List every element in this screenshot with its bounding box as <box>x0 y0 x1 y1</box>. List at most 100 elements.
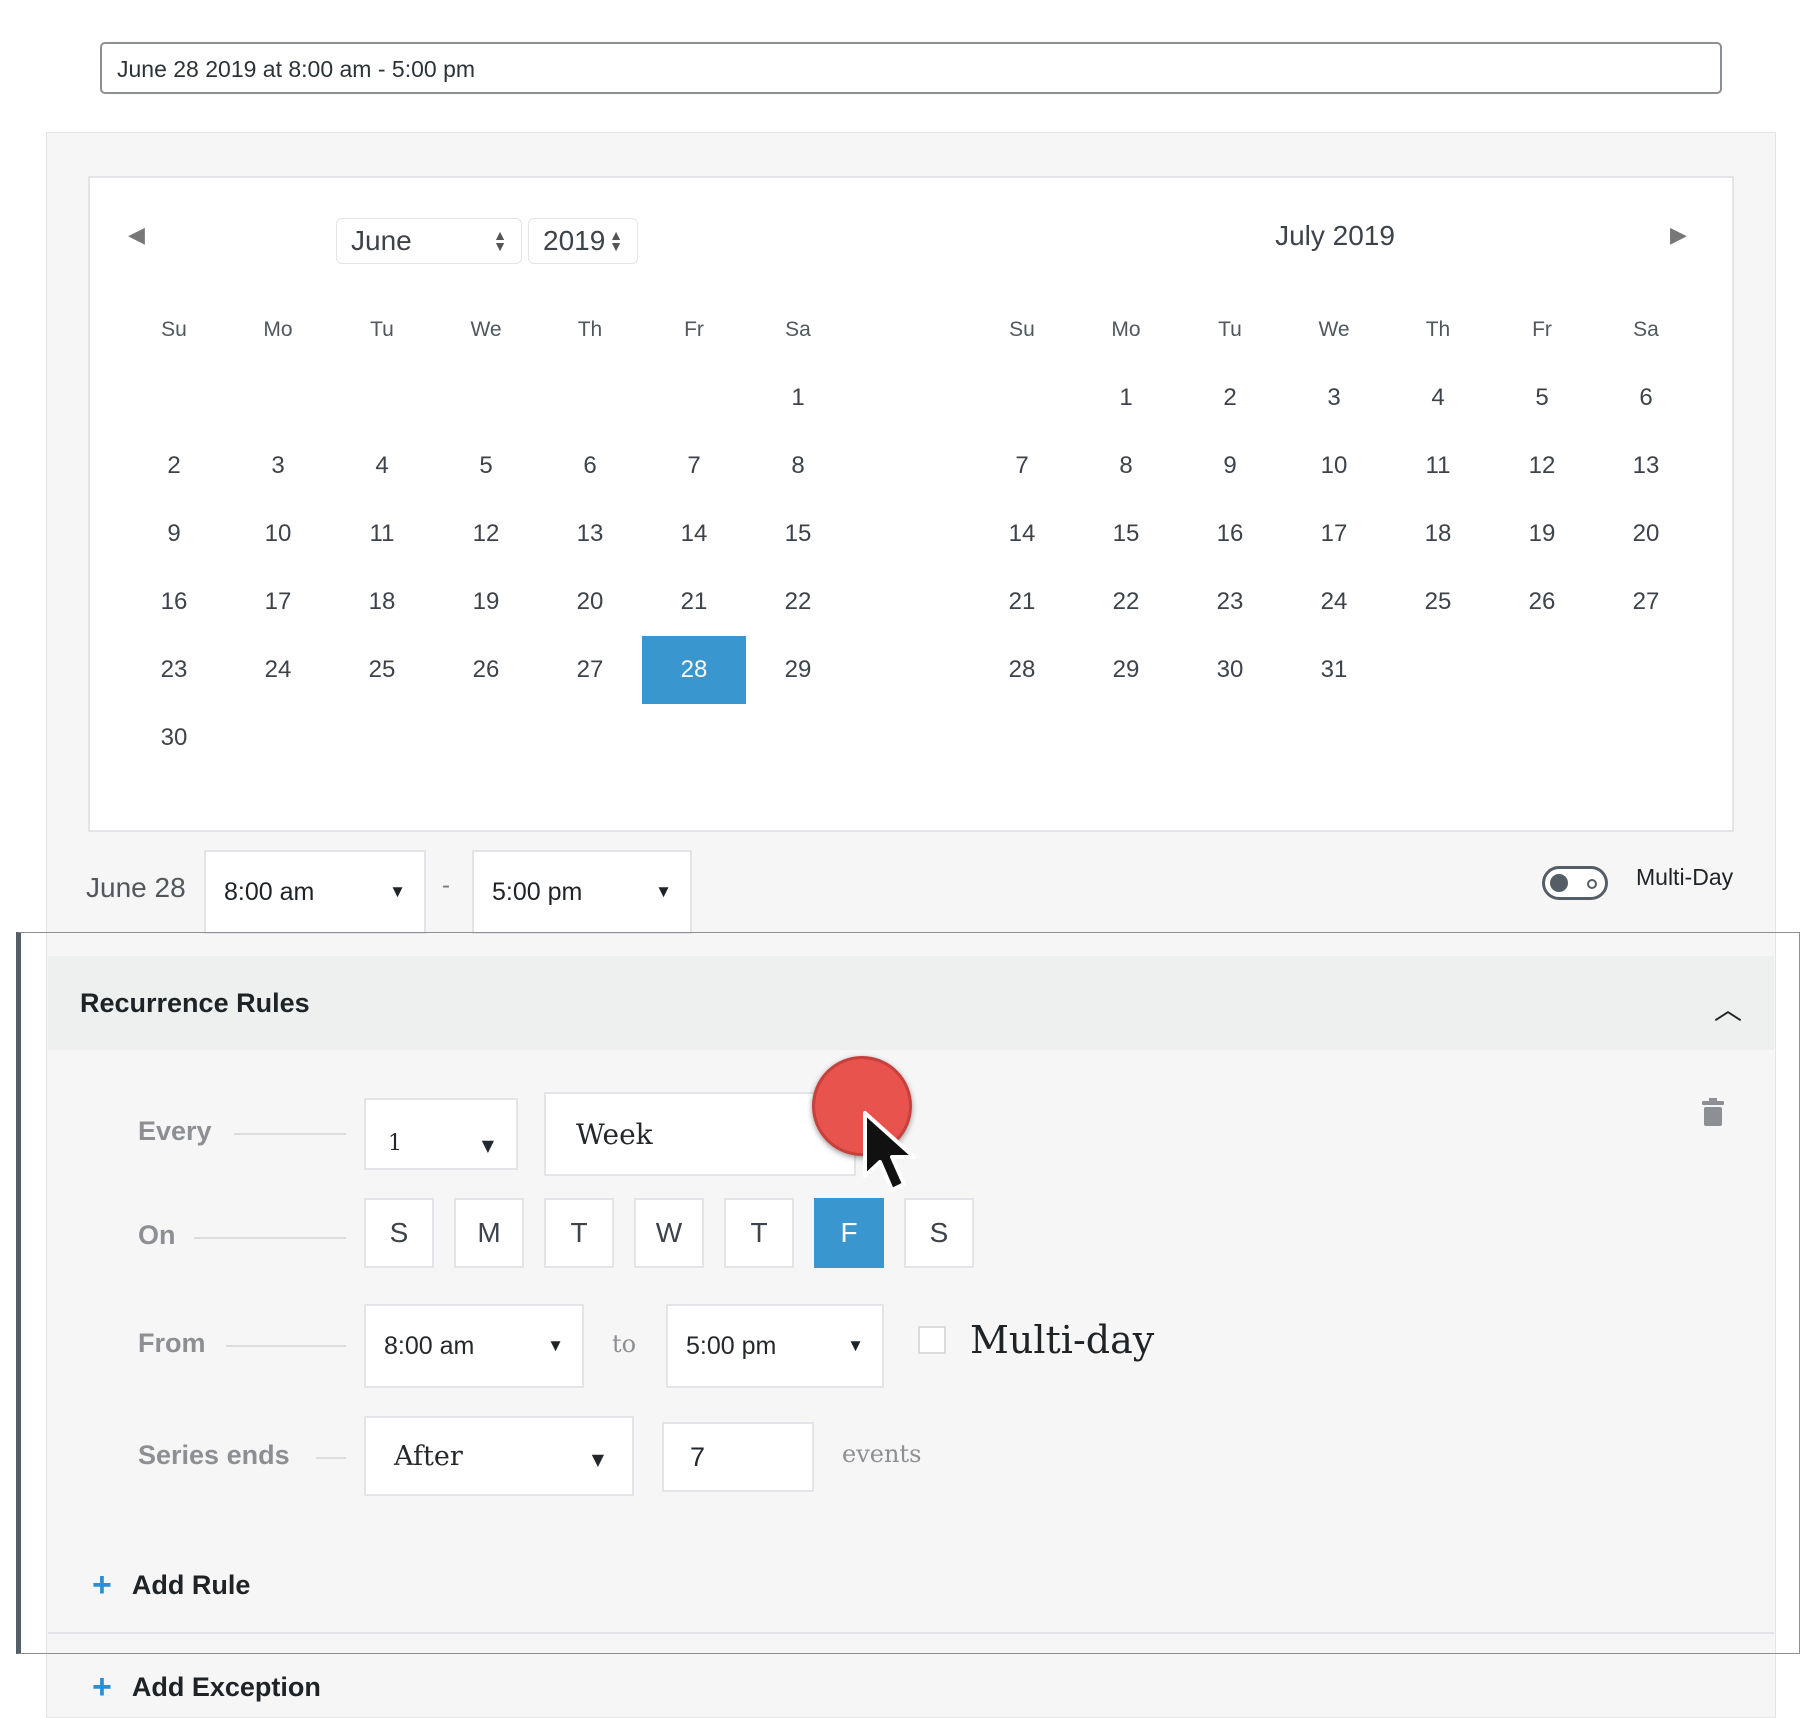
time-separator: - <box>442 872 450 899</box>
july-calendar-grid: Su Mo Tu We Th Fr Sa 1 2 3 4 5 6 7 8 9 10 11 12 13 14 15 16 17 1… <box>970 296 1698 704</box>
calendar-day[interactable]: 31 <box>1282 636 1386 704</box>
calendar-day[interactable]: 30 <box>122 704 226 772</box>
calendar-day[interactable]: 5 <box>1490 364 1594 432</box>
calendar-day[interactable]: 2 <box>122 432 226 500</box>
calendar-day[interactable]: 16 <box>1178 500 1282 568</box>
calendar-day[interactable]: 17 <box>1282 500 1386 568</box>
calendar-day[interactable]: 15 <box>746 500 850 568</box>
calendar-day[interactable]: 7 <box>642 432 746 500</box>
weekday-toggle-4[interactable]: T <box>724 1198 794 1268</box>
multiday-checkbox[interactable] <box>918 1326 946 1354</box>
weekday-toggle-1[interactable]: M <box>454 1198 524 1268</box>
calendar-day[interactable]: 10 <box>1282 432 1386 500</box>
calendar-day[interactable]: 12 <box>1490 432 1594 500</box>
calendar-day[interactable]: 22 <box>1074 568 1178 636</box>
add-exception-button[interactable]: + Add Exception <box>92 1668 321 1707</box>
calendar-day[interactable]: 15 <box>1074 500 1178 568</box>
triangle-left-icon[interactable]: ◀ <box>128 222 145 248</box>
calendar-day[interactable]: 6 <box>538 432 642 500</box>
calendar-day[interactable]: 28 <box>970 636 1074 704</box>
calendar-day[interactable]: 24 <box>226 636 330 704</box>
calendar-day[interactable]: 9 <box>1178 432 1282 500</box>
trash-icon[interactable] <box>1700 1098 1726 1126</box>
date-summary-field[interactable]: June 28 2019 at 8:00 am - 5:00 pm <box>100 42 1722 94</box>
calendar-day[interactable]: 4 <box>1386 364 1490 432</box>
calendar-day[interactable]: 23 <box>122 636 226 704</box>
every-unit-select[interactable]: Week <box>544 1092 856 1176</box>
calendar-day[interactable]: 28 <box>642 636 746 704</box>
multiday-toggle-label: Multi-Day <box>1636 864 1734 890</box>
series-ends-count-input[interactable]: 7 <box>662 1422 814 1492</box>
calendar-day[interactable]: 20 <box>538 568 642 636</box>
calendar-day[interactable]: 2 <box>1178 364 1282 432</box>
weekday-toggle-6[interactable]: S <box>904 1198 974 1268</box>
calendar-day[interactable]: 25 <box>1386 568 1490 636</box>
rule-end-time-select[interactable]: 5:00 pm ▼ <box>666 1304 884 1388</box>
calendar-day[interactable]: 13 <box>538 500 642 568</box>
add-rule-button[interactable]: + Add Rule <box>92 1566 250 1605</box>
on-leader-line <box>194 1237 346 1239</box>
calendar-day[interactable]: 25 <box>330 636 434 704</box>
calendar-day[interactable]: 8 <box>1074 432 1178 500</box>
calendar-day[interactable]: 6 <box>1594 364 1698 432</box>
every-count-select[interactable]: 1 ▼ <box>364 1098 518 1170</box>
month-select[interactable]: June ▲ ▼ <box>336 218 522 264</box>
calendar-day[interactable]: 17 <box>226 568 330 636</box>
calendar-day[interactable]: 29 <box>746 636 850 704</box>
from-label: From <box>138 1328 206 1358</box>
calendar-day[interactable]: 1 <box>746 364 850 432</box>
calendar-day[interactable]: 10 <box>226 500 330 568</box>
calendar-day[interactable]: 4 <box>330 432 434 500</box>
calendar-day[interactable]: 14 <box>642 500 746 568</box>
add-rule-label: Add Rule <box>131 1570 251 1600</box>
chevron-up-icon[interactable]: ︿ <box>1714 988 1742 1028</box>
calendar-day[interactable]: 5 <box>434 432 538 500</box>
calendar-day[interactable]: 26 <box>1490 568 1594 636</box>
calendar-day[interactable]: 14 <box>970 500 1074 568</box>
calendar-day[interactable]: 16 <box>122 568 226 636</box>
calendar-day[interactable]: 19 <box>434 568 538 636</box>
calendar-day[interactable]: 12 <box>434 500 538 568</box>
weekday-header: Tu <box>370 318 394 341</box>
calendar-day[interactable]: 22 <box>746 568 850 636</box>
calendar-day[interactable]: 27 <box>1594 568 1698 636</box>
calendar-day[interactable]: 30 <box>1178 636 1282 704</box>
weekday-toggle-2[interactable]: T <box>544 1198 614 1268</box>
calendar-day[interactable]: 3 <box>1282 364 1386 432</box>
weekday-toggle-3[interactable]: W <box>634 1198 704 1268</box>
calendar-day[interactable]: 20 <box>1594 500 1698 568</box>
calendar-day[interactable]: 21 <box>642 568 746 636</box>
weekday-toggle-0[interactable]: S <box>364 1198 434 1268</box>
end-time-select[interactable]: 5:00 pm ▼ <box>472 850 692 934</box>
calendar-day[interactable]: 29 <box>1074 636 1178 704</box>
every-label: Every <box>138 1116 212 1146</box>
calendar-day[interactable]: 21 <box>970 568 1074 636</box>
calendar-day[interactable]: 18 <box>330 568 434 636</box>
weekday-toggle-5[interactable]: F <box>814 1198 884 1268</box>
updown-arrows-icon: ▲ ▼ <box>609 227 623 254</box>
multiday-toggle[interactable] <box>1542 866 1608 900</box>
rule-start-time-select[interactable]: 8:00 am ▼ <box>364 1304 584 1388</box>
calendar-day[interactable]: 11 <box>1386 432 1490 500</box>
calendar-day[interactable]: 26 <box>434 636 538 704</box>
updown-arrows-icon: ▲ ▼ <box>493 227 507 254</box>
triangle-right-icon[interactable]: ▶ <box>1670 222 1687 248</box>
calendar-day[interactable]: 13 <box>1594 432 1698 500</box>
calendar-day[interactable]: 3 <box>226 432 330 500</box>
series-ends-select[interactable]: After ▼ <box>364 1416 634 1496</box>
calendar-day[interactable]: 1 <box>1074 364 1178 432</box>
calendar-day[interactable]: 8 <box>746 432 850 500</box>
start-time-select[interactable]: 8:00 am ▼ <box>204 850 426 934</box>
caret-down-icon: ▼ <box>547 1336 564 1355</box>
calendar-day[interactable]: 7 <box>970 432 1074 500</box>
calendar-day[interactable]: 19 <box>1490 500 1594 568</box>
calendar-day[interactable]: 23 <box>1178 568 1282 636</box>
calendar-day[interactable]: 24 <box>1282 568 1386 636</box>
year-select[interactable]: 2019 ▲ ▼ <box>528 218 638 264</box>
calendar-day[interactable]: 11 <box>330 500 434 568</box>
calendar-day[interactable]: 18 <box>1386 500 1490 568</box>
recurrence-rules-title: Recurrence Rules <box>80 988 310 1018</box>
calendar-day[interactable]: 27 <box>538 636 642 704</box>
events-label: events <box>842 1440 922 1468</box>
calendar-day[interactable]: 9 <box>122 500 226 568</box>
